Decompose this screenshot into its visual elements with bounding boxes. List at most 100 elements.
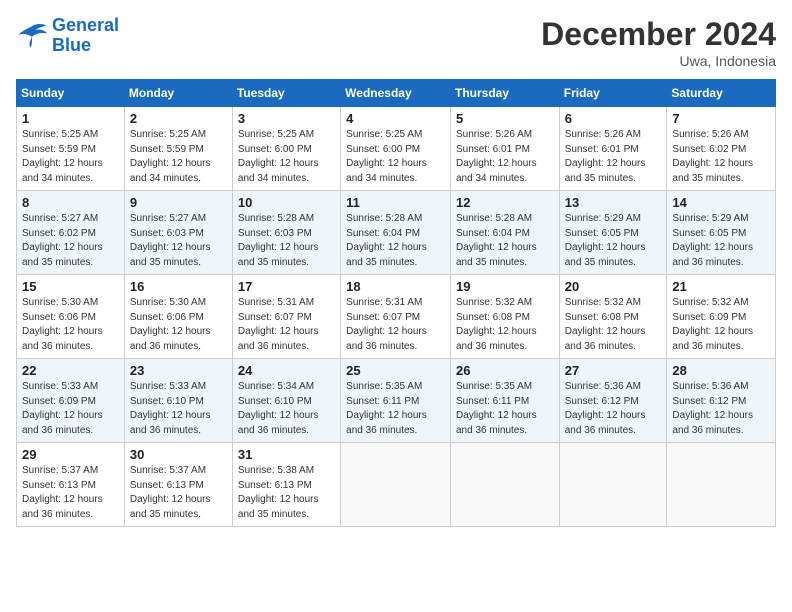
calendar-day-cell: 3 Sunrise: 5:25 AM Sunset: 6:00 PM Daylig… bbox=[232, 107, 340, 191]
empty-cell bbox=[559, 443, 667, 527]
day-number: 29 bbox=[22, 447, 119, 462]
weekday-header-monday: Monday bbox=[124, 80, 232, 107]
weekday-header-thursday: Thursday bbox=[450, 80, 559, 107]
calendar-week-row: 8 Sunrise: 5:27 AM Sunset: 6:02 PM Daylig… bbox=[17, 191, 776, 275]
calendar-day-cell: 25 Sunrise: 5:35 AM Sunset: 6:11 PM Dayli… bbox=[341, 359, 451, 443]
calendar-day-cell: 12Sunrise: 5:28 AM Sunset: 6:04 PM Dayli… bbox=[450, 191, 559, 275]
calendar-header-row: SundayMondayTuesdayWednesdayThursdayFrid… bbox=[17, 80, 776, 107]
day-number: 11 bbox=[346, 195, 445, 210]
day-info: Sunrise: 5:37 AM Sunset: 6:13 PM Dayligh… bbox=[130, 464, 227, 522]
weekday-header-sunday: Sunday bbox=[17, 80, 125, 107]
empty-cell bbox=[450, 443, 559, 527]
day-info: Sunrise: 5:32 AM Sunset: 6:08 PM Dayligh… bbox=[565, 296, 662, 354]
title-block: December 2024 Uwa, Indonesia bbox=[541, 16, 776, 69]
day-number: 13 bbox=[565, 195, 662, 210]
day-info: Sunrise: 5:29 AM Sunset: 6:05 PM Dayligh… bbox=[672, 212, 770, 270]
weekday-header-tuesday: Tuesday bbox=[232, 80, 340, 107]
day-number: 24 bbox=[238, 363, 335, 378]
day-number: 22 bbox=[22, 363, 119, 378]
day-info: Sunrise: 5:38 AM Sunset: 6:13 PM Dayligh… bbox=[238, 464, 335, 522]
day-number: 26 bbox=[456, 363, 554, 378]
day-info: Sunrise: 5:29 AM Sunset: 6:05 PM Dayligh… bbox=[565, 212, 662, 270]
day-number: 28 bbox=[672, 363, 770, 378]
day-info: Sunrise: 5:25 AM Sunset: 6:00 PM Dayligh… bbox=[346, 128, 445, 186]
weekday-header-saturday: Saturday bbox=[667, 80, 776, 107]
day-number: 10 bbox=[238, 195, 335, 210]
day-info: Sunrise: 5:31 AM Sunset: 6:07 PM Dayligh… bbox=[238, 296, 335, 354]
day-info: Sunrise: 5:26 AM Sunset: 6:01 PM Dayligh… bbox=[456, 128, 554, 186]
calendar-day-cell: 2 Sunrise: 5:25 AM Sunset: 5:59 PM Daylig… bbox=[124, 107, 232, 191]
day-number: 23 bbox=[130, 363, 227, 378]
calendar-day-cell: 21 Sunrise: 5:32 AM Sunset: 6:09 PM Dayli… bbox=[667, 275, 776, 359]
day-info: Sunrise: 5:26 AM Sunset: 6:02 PM Dayligh… bbox=[672, 128, 770, 186]
calendar-day-cell: 17Sunrise: 5:31 AM Sunset: 6:07 PM Dayli… bbox=[232, 275, 340, 359]
day-info: Sunrise: 5:27 AM Sunset: 6:03 PM Dayligh… bbox=[130, 212, 227, 270]
calendar-day-cell: 22 Sunrise: 5:33 AM Sunset: 6:09 PM Dayli… bbox=[17, 359, 125, 443]
day-info: Sunrise: 5:31 AM Sunset: 6:07 PM Dayligh… bbox=[346, 296, 445, 354]
day-info: Sunrise: 5:28 AM Sunset: 6:04 PM Dayligh… bbox=[346, 212, 445, 270]
day-info: Sunrise: 5:30 AM Sunset: 6:06 PM Dayligh… bbox=[22, 296, 119, 354]
day-info: Sunrise: 5:37 AM Sunset: 6:13 PM Dayligh… bbox=[22, 464, 119, 522]
calendar-day-cell: 4 Sunrise: 5:25 AM Sunset: 6:00 PM Daylig… bbox=[341, 107, 451, 191]
day-info: Sunrise: 5:25 AM Sunset: 5:59 PM Dayligh… bbox=[22, 128, 119, 186]
calendar-day-cell: 7Sunrise: 5:26 AM Sunset: 6:02 PM Daylig… bbox=[667, 107, 776, 191]
calendar-day-cell: 1 Sunrise: 5:25 AM Sunset: 5:59 PM Daylig… bbox=[17, 107, 125, 191]
day-number: 12 bbox=[456, 195, 554, 210]
calendar-day-cell: 31 Sunrise: 5:38 AM Sunset: 6:13 PM Dayli… bbox=[232, 443, 340, 527]
day-number: 16 bbox=[130, 279, 227, 294]
calendar-day-cell: 19Sunrise: 5:32 AM Sunset: 6:08 PM Dayli… bbox=[450, 275, 559, 359]
calendar-day-cell: 15 Sunrise: 5:30 AM Sunset: 6:06 PM Dayli… bbox=[17, 275, 125, 359]
calendar-day-cell: 27Sunrise: 5:36 AM Sunset: 6:12 PM Dayli… bbox=[559, 359, 667, 443]
day-info: Sunrise: 5:25 AM Sunset: 6:00 PM Dayligh… bbox=[238, 128, 335, 186]
calendar-week-row: 29 Sunrise: 5:37 AM Sunset: 6:13 PM Dayli… bbox=[17, 443, 776, 527]
day-number: 19 bbox=[456, 279, 554, 294]
calendar-week-row: 1 Sunrise: 5:25 AM Sunset: 5:59 PM Daylig… bbox=[17, 107, 776, 191]
day-info: Sunrise: 5:26 AM Sunset: 6:01 PM Dayligh… bbox=[565, 128, 662, 186]
day-info: Sunrise: 5:35 AM Sunset: 6:11 PM Dayligh… bbox=[346, 380, 445, 438]
calendar-week-row: 15 Sunrise: 5:30 AM Sunset: 6:06 PM Dayli… bbox=[17, 275, 776, 359]
day-number: 8 bbox=[22, 195, 119, 210]
calendar-day-cell: 10 Sunrise: 5:28 AM Sunset: 6:03 PM Dayli… bbox=[232, 191, 340, 275]
location: Uwa, Indonesia bbox=[541, 53, 776, 69]
day-info: Sunrise: 5:34 AM Sunset: 6:10 PM Dayligh… bbox=[238, 380, 335, 438]
calendar-week-row: 22 Sunrise: 5:33 AM Sunset: 6:09 PM Dayli… bbox=[17, 359, 776, 443]
day-number: 3 bbox=[238, 111, 335, 126]
day-number: 5 bbox=[456, 111, 554, 126]
calendar-day-cell: 24 Sunrise: 5:34 AM Sunset: 6:10 PM Dayli… bbox=[232, 359, 340, 443]
day-number: 9 bbox=[130, 195, 227, 210]
calendar-day-cell: 23Sunrise: 5:33 AM Sunset: 6:10 PM Dayli… bbox=[124, 359, 232, 443]
day-info: Sunrise: 5:25 AM Sunset: 5:59 PM Dayligh… bbox=[130, 128, 227, 186]
empty-cell bbox=[341, 443, 451, 527]
day-info: Sunrise: 5:32 AM Sunset: 6:09 PM Dayligh… bbox=[672, 296, 770, 354]
day-number: 2 bbox=[130, 111, 227, 126]
month-title: December 2024 bbox=[541, 16, 776, 53]
day-number: 30 bbox=[130, 447, 227, 462]
day-number: 18 bbox=[346, 279, 445, 294]
calendar-day-cell: 20 Sunrise: 5:32 AM Sunset: 6:08 PM Dayli… bbox=[559, 275, 667, 359]
day-number: 15 bbox=[22, 279, 119, 294]
logo-text: GeneralBlue bbox=[52, 16, 119, 56]
calendar-day-cell: 13 Sunrise: 5:29 AM Sunset: 6:05 PM Dayli… bbox=[559, 191, 667, 275]
day-info: Sunrise: 5:35 AM Sunset: 6:11 PM Dayligh… bbox=[456, 380, 554, 438]
day-number: 14 bbox=[672, 195, 770, 210]
day-number: 31 bbox=[238, 447, 335, 462]
calendar-day-cell: 9 Sunrise: 5:27 AM Sunset: 6:03 PM Daylig… bbox=[124, 191, 232, 275]
calendar-day-cell: 18 Sunrise: 5:31 AM Sunset: 6:07 PM Dayli… bbox=[341, 275, 451, 359]
day-info: Sunrise: 5:36 AM Sunset: 6:12 PM Dayligh… bbox=[672, 380, 770, 438]
page-header: GeneralBlue December 2024 Uwa, Indonesia bbox=[16, 16, 776, 69]
calendar-day-cell: 29 Sunrise: 5:37 AM Sunset: 6:13 PM Dayli… bbox=[17, 443, 125, 527]
day-number: 25 bbox=[346, 363, 445, 378]
day-number: 21 bbox=[672, 279, 770, 294]
day-info: Sunrise: 5:33 AM Sunset: 6:09 PM Dayligh… bbox=[22, 380, 119, 438]
calendar-day-cell: 5 Sunrise: 5:26 AM Sunset: 6:01 PM Daylig… bbox=[450, 107, 559, 191]
day-number: 1 bbox=[22, 111, 119, 126]
calendar-day-cell: 16Sunrise: 5:30 AM Sunset: 6:06 PM Dayli… bbox=[124, 275, 232, 359]
day-info: Sunrise: 5:28 AM Sunset: 6:03 PM Dayligh… bbox=[238, 212, 335, 270]
day-info: Sunrise: 5:36 AM Sunset: 6:12 PM Dayligh… bbox=[565, 380, 662, 438]
calendar-day-cell: 26 Sunrise: 5:35 AM Sunset: 6:11 PM Dayli… bbox=[450, 359, 559, 443]
day-info: Sunrise: 5:27 AM Sunset: 6:02 PM Dayligh… bbox=[22, 212, 119, 270]
logo-icon bbox=[16, 22, 48, 50]
day-number: 4 bbox=[346, 111, 445, 126]
day-number: 20 bbox=[565, 279, 662, 294]
calendar-day-cell: 11 Sunrise: 5:28 AM Sunset: 6:04 PM Dayli… bbox=[341, 191, 451, 275]
